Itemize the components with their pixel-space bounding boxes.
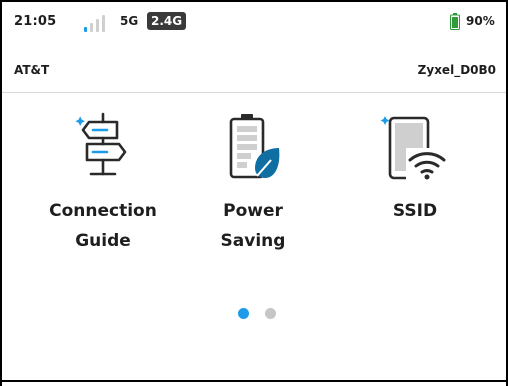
band-badge: 2.4G — [147, 12, 187, 30]
signpost-icon — [75, 112, 127, 176]
carrier-name: AT&T — [14, 63, 50, 77]
status-bar: 21:05 5G 2.4G 90% — [0, 0, 508, 44]
screen-bottom-border — [0, 380, 508, 382]
clock: 21:05 — [14, 14, 57, 29]
battery-leaf-icon — [229, 114, 280, 179]
signal-strength-icon — [84, 14, 110, 32]
network-type: 5G — [120, 14, 139, 28]
battery-icon — [450, 13, 460, 30]
page-dot[interactable] — [265, 308, 276, 319]
battery-percent: 90% — [466, 14, 495, 28]
ssid-name: Zyxel_D0B0 — [417, 63, 496, 77]
header-divider — [2, 92, 506, 93]
ssid-label: SSID — [392, 201, 438, 221]
power-saving-label: Power Saving — [220, 201, 286, 251]
page-dot-active[interactable] — [238, 308, 249, 319]
connection-guide-label: Connection Guide — [49, 201, 157, 251]
connection-guide-button[interactable]: Connection Guide — [28, 110, 178, 256]
power-saving-button[interactable]: Power Saving — [198, 110, 308, 256]
tablet-wifi-icon — [380, 116, 446, 182]
ssid-button[interactable]: SSID — [345, 110, 485, 226]
page-indicator — [236, 308, 286, 322]
